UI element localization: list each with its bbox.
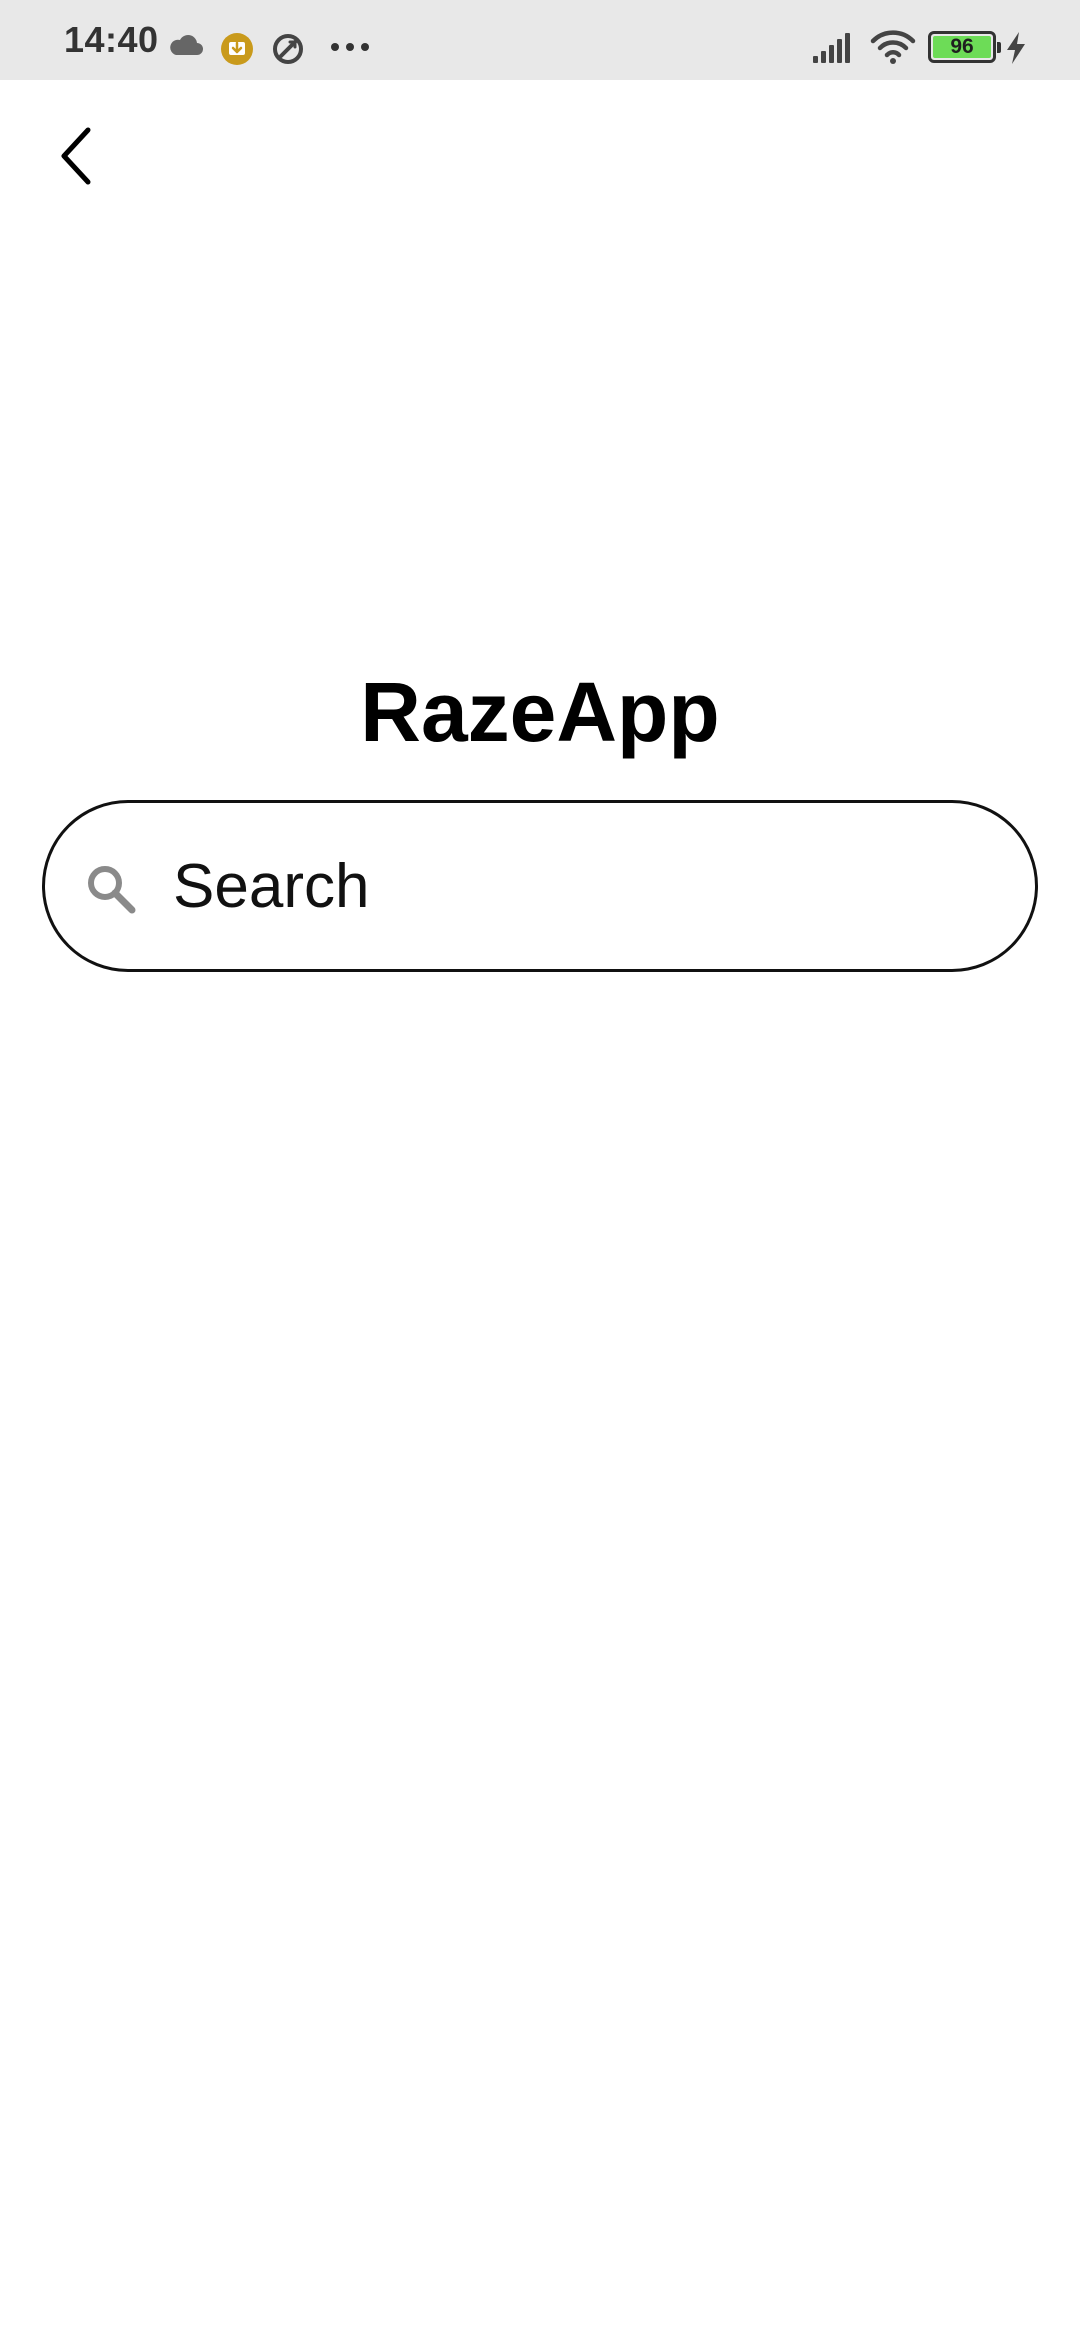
search-input[interactable] (173, 843, 993, 929)
search-bar[interactable] (42, 800, 1038, 972)
battery-icon: 96 (928, 31, 1001, 63)
download-badge-icon (221, 33, 253, 65)
wifi-icon (870, 30, 916, 64)
charging-icon (1007, 32, 1025, 64)
search-icon (88, 866, 136, 914)
chevron-left-icon (61, 127, 91, 185)
cloud-icon (170, 35, 203, 55)
status-bar: 14:40 96 (0, 0, 1080, 80)
status-time: 14:40 (64, 19, 159, 60)
battery-level: 96 (950, 35, 974, 58)
sync-icon (273, 34, 303, 64)
app-screen: 14:40 96 RazeApp Search (0, 0, 1080, 2340)
page-title: RazeApp (360, 665, 720, 759)
back-button[interactable] (46, 120, 110, 192)
signal-icon (813, 33, 850, 63)
more-icon (331, 43, 369, 51)
